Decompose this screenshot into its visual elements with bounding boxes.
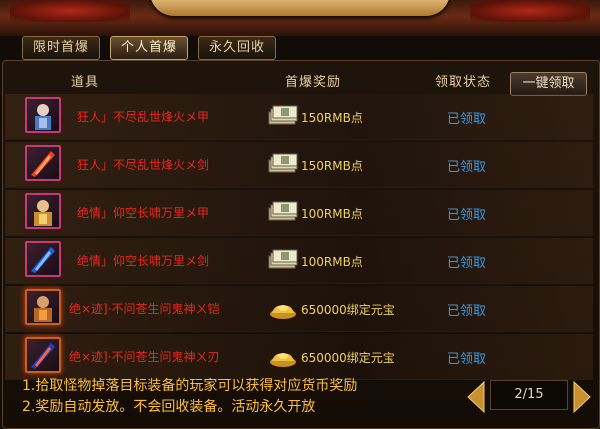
col-header-item: 道具 [71,75,100,90]
reward: 100RMB点 [267,198,363,228]
status-claimed[interactable]: 已领取 [447,108,486,127]
reward-text: 650000绑定元宝 [301,302,395,317]
table-header: 道具 首爆奖励 领取状态 一键领取 [3,69,599,96]
reward: 100RMB点 [267,246,363,276]
status-claimed[interactable]: 已领取 [447,300,486,319]
tab-limited-first-drop[interactable]: 限时首爆 [22,36,101,60]
gold-ingot-icon [270,353,296,367]
rule-line: 1.拾取怪物掉落目标装备的玩家可以获得对应货币奖励 [22,378,358,394]
next-page-arrow-icon[interactable] [572,380,592,414]
status-claimed[interactable]: 已领取 [447,156,486,175]
title-scroll [150,0,450,16]
item-name: 绝×迹]·不问苍生问鬼神ㄨ铠 [69,302,220,316]
sword-item-icon[interactable] [25,145,61,181]
table-row: 绝情」仰空长啸万里メ剑 100RMB点 已领取 [5,238,593,284]
ornament-left [10,0,130,22]
reward-text: 150RMB点 [301,110,363,125]
table-row: 狂人」不尽乱世烽火メ剑 150RMB点 已领取 [5,142,593,188]
armor-item-icon[interactable] [25,193,61,229]
item-name: 狂人」不尽乱世烽火メ甲 [77,110,210,124]
table-row: 绝情」仰空长啸万里メ甲 100RMB点 已领取 [5,190,593,236]
item-list: 狂人」不尽乱世烽火メ甲 150RMB点 已领取 狂人」不尽乱世烽火メ剑 150R… [5,94,593,382]
reward: 650000绑定元宝 [267,294,395,324]
reward-text: 150RMB点 [301,158,363,173]
table-row: 绝×迹]·不问苍生问鬼神ㄨ铠 650000绑定元宝 已领取 [5,286,593,332]
status-claimed[interactable]: 已领取 [447,252,486,271]
reward: 150RMB点 [267,102,363,132]
tab-permanent-recycle[interactable]: 永久回收 [198,36,277,60]
status-claimed[interactable]: 已领取 [447,348,486,367]
sword-item-icon[interactable] [25,241,61,277]
ornament-right [470,0,590,22]
item-name: 绝情」仰空长啸万里メ剑 [77,254,210,268]
top-ornament [0,0,600,36]
col-header-reward: 首爆奖励 [285,75,342,90]
cash-icon [268,249,298,269]
reward: 650000绑定元宝 [267,342,395,372]
reward-text: 650000绑定元宝 [301,350,395,365]
rule-line: 2.奖励自动发放。不会回收装备。活动永久开放 [22,399,316,415]
tab-bar: 限时首爆 个人首爆 永久回收 [22,36,277,60]
table-row: 狂人」不尽乱世烽火メ甲 150RMB点 已领取 [5,94,593,140]
item-name: 绝情」仰空长啸万里メ甲 [77,206,210,220]
tab-personal-first-drop[interactable]: 个人首爆 [110,36,189,60]
reward-text: 100RMB点 [301,254,363,269]
claim-all-button[interactable]: 一键领取 [510,72,587,96]
cash-icon [268,153,298,173]
reward-text: 100RMB点 [301,206,363,221]
cash-icon [268,105,298,125]
first-drop-panel: 道具 首爆奖励 领取状态 一键领取 狂人」不尽乱世烽火メ甲 150RMB点 已领… [2,60,600,429]
reward: 150RMB点 [267,150,363,180]
prev-page-arrow-icon[interactable] [466,380,486,414]
item-name: 狂人」不尽乱世烽火メ剑 [77,158,210,172]
status-claimed[interactable]: 已领取 [447,204,486,223]
gold-ingot-icon [270,305,296,319]
cash-icon [268,201,298,221]
item-name: 绝×迹]·不问苍生问鬼神ㄨ刃 [69,350,220,364]
armor-item-icon[interactable] [25,97,61,133]
col-header-status: 领取状态 [435,75,492,90]
armor-item-icon[interactable] [25,289,61,325]
page-indicator: 2/15 [490,380,568,410]
table-row: 绝×迹]·不问苍生问鬼神ㄨ刃 650000绑定元宝 已领取 [5,334,593,380]
sword-item-icon[interactable] [25,337,61,373]
rules-notes: 1.拾取怪物掉落目标装备的玩家可以获得对应货币奖励 2.奖励自动发放。不会回收装… [22,376,357,418]
